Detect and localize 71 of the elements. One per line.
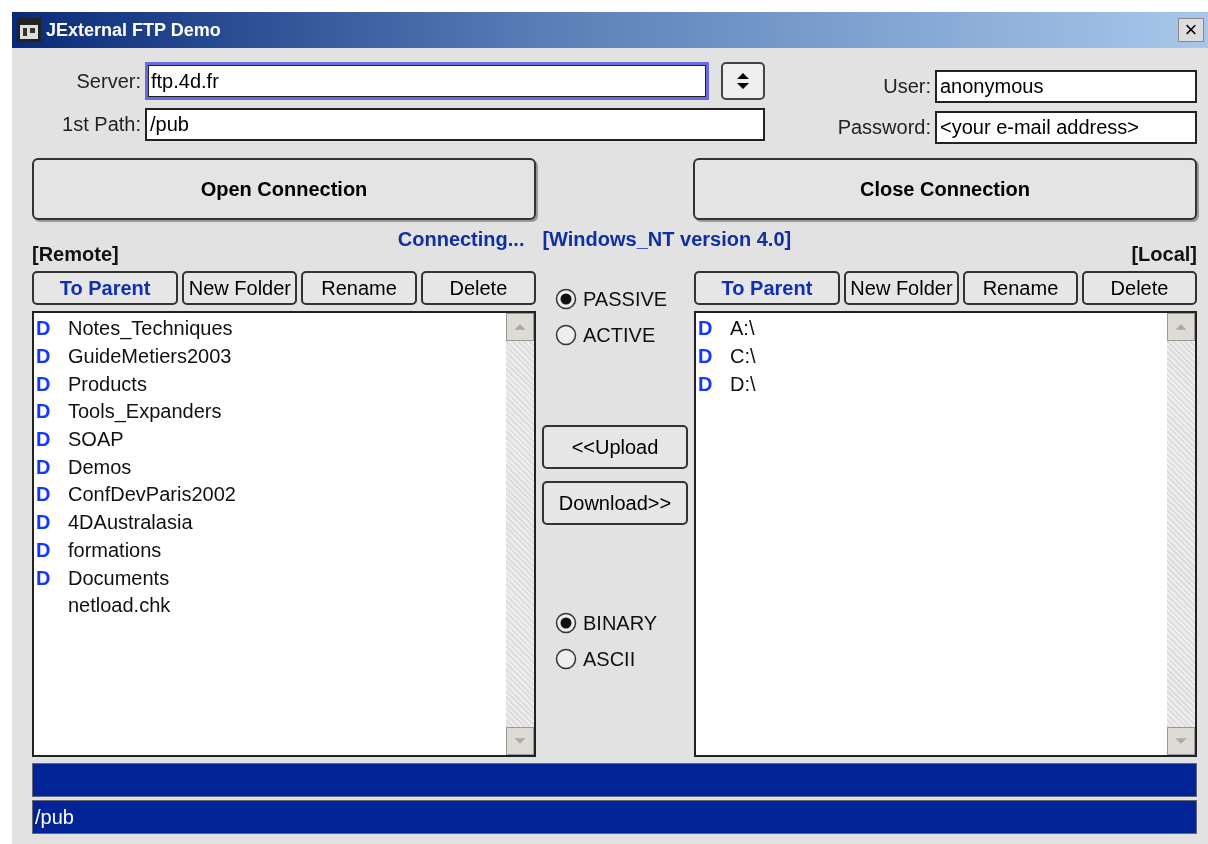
folder-marker: D	[36, 428, 51, 451]
file-name[interactable]: D:\	[730, 372, 756, 396]
file-name[interactable]: Demos	[68, 455, 132, 479]
folder-marker: D	[36, 455, 51, 478]
connection-status: Connecting...	[397, 228, 525, 251]
file-name[interactable]: Documents	[68, 566, 170, 590]
scroll-up-icon[interactable]	[1167, 313, 1195, 341]
scrollbar[interactable]	[506, 313, 534, 755]
close-connection-button[interactable]: Close Connection	[693, 158, 1197, 220]
folder-marker: D	[36, 483, 51, 506]
scroll-down-icon[interactable]	[1167, 727, 1195, 755]
server-spinner[interactable]	[721, 62, 765, 100]
radio-icon[interactable]	[555, 288, 577, 310]
file-name[interactable]: C:\	[730, 345, 756, 369]
folder-marker: D	[36, 538, 51, 561]
scroll-up-icon[interactable]	[506, 313, 534, 341]
app-icon	[16, 17, 42, 43]
file-name[interactable]: Products	[68, 372, 147, 396]
file-name[interactable]: 4DAustralasia	[68, 511, 193, 535]
field-label: User:	[882, 75, 931, 98]
input-field[interactable]: <your e-mail address>	[935, 111, 1197, 144]
folder-marker: D	[698, 317, 713, 340]
input-field[interactable]: /pub	[145, 108, 765, 141]
up-down-icon	[736, 71, 750, 91]
status-message: /pub	[35, 805, 74, 829]
panel-title: [Local]	[1131, 243, 1197, 265]
file-name[interactable]: netload.chk	[68, 594, 171, 618]
folder-marker: D	[698, 372, 713, 395]
field-label: Password:	[836, 116, 931, 139]
system-info: [Windows_NT version 4.0]	[542, 228, 792, 251]
folder-marker: D	[36, 511, 51, 534]
open-connection-button[interactable]: Open Connection	[32, 158, 536, 220]
field-label: 1st Path:	[61, 113, 141, 136]
window-title: JExternal FTP Demo	[46, 19, 222, 41]
folder-marker: D	[36, 372, 51, 395]
file-name[interactable]: A:\	[730, 317, 755, 341]
scrollbar[interactable]	[1167, 313, 1195, 755]
field-label: Server:	[75, 69, 141, 93]
download-button[interactable]: Download>>	[542, 481, 688, 525]
toolbar-button[interactable]: Rename	[301, 271, 417, 305]
radio-icon[interactable]	[555, 612, 577, 634]
radio-button[interactable]: ACTIVE	[555, 317, 675, 353]
folder-marker: D	[36, 400, 51, 423]
file-name[interactable]: ConfDevParis2002	[68, 483, 236, 507]
close-button[interactable]: ×	[1178, 18, 1204, 42]
toolbar-button[interactable]: Rename	[962, 271, 1078, 305]
toolbar-button[interactable]: To Parent	[694, 271, 840, 305]
input-field[interactable]: anonymous	[935, 70, 1197, 103]
file-name[interactable]: Tools_Expanders	[68, 400, 222, 424]
upload-button[interactable]: <<Upload	[542, 425, 688, 469]
toolbar-button[interactable]: New Folder	[843, 271, 959, 305]
input-field[interactable]: ftp.4d.fr	[145, 62, 709, 100]
radio-button[interactable]: ASCII	[555, 641, 675, 677]
panel-title: [Remote]	[32, 243, 119, 265]
toolbar-button[interactable]: New Folder	[182, 271, 298, 305]
scroll-down-icon[interactable]	[506, 727, 534, 755]
file-name[interactable]: formations	[68, 538, 162, 562]
toolbar-button[interactable]: Delete	[1081, 271, 1197, 305]
folder-marker: D	[36, 566, 51, 589]
file-name[interactable]: GuideMetiers2003	[68, 345, 232, 369]
folder-marker: D	[36, 317, 51, 340]
folder-marker: D	[698, 345, 713, 368]
radio-button[interactable]: BINARY	[555, 605, 675, 641]
toolbar-button[interactable]: Delete	[420, 271, 536, 305]
toolbar-button[interactable]: To Parent	[32, 271, 179, 305]
file-name[interactable]: SOAP	[68, 428, 124, 452]
radio-icon[interactable]	[555, 324, 577, 346]
radio-button[interactable]: PASSIVE	[555, 281, 675, 317]
folder-marker: D	[36, 345, 51, 368]
radio-icon[interactable]	[555, 648, 577, 670]
file-name[interactable]: Notes_Techniques	[68, 317, 233, 341]
